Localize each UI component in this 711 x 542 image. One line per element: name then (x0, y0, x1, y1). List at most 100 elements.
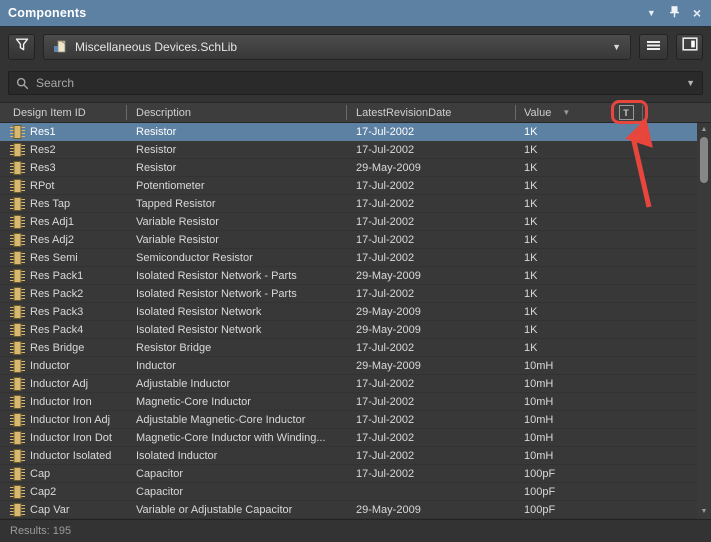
table-row[interactable]: Res SemiSemiconductor Resistor17-Jul-200… (0, 249, 697, 267)
vertical-scrollbar[interactable]: ▲ ▼ (697, 123, 711, 519)
cell-description: Isolated Resistor Network (127, 306, 347, 318)
cell-value: 100pF (516, 468, 610, 480)
component-icon (0, 268, 28, 284)
table-row[interactable]: Res Pack2Isolated Resistor Network - Par… (0, 285, 697, 303)
close-icon[interactable]: × (693, 6, 701, 20)
search-icon (16, 77, 29, 90)
table-header: Design Item ID Description LatestRevisio… (0, 102, 711, 123)
cell-latest-revision-date: 29-May-2009 (347, 324, 516, 336)
cell-description: Resistor (127, 144, 347, 156)
table-row[interactable]: Cap2Capacitor100pF (0, 483, 697, 501)
cell-description: Isolated Resistor Network - Parts (127, 270, 347, 282)
component-icon (0, 142, 28, 158)
scrollbar-thumb[interactable] (700, 137, 708, 183)
pin-icon[interactable] (669, 6, 680, 20)
table-row[interactable]: Inductor IsolatedIsolated Inductor17-Jul… (0, 447, 697, 465)
cell-value: 10mH (516, 450, 610, 462)
cell-latest-revision-date: 17-Jul-2002 (347, 468, 516, 480)
column-header-description[interactable]: Description (127, 105, 347, 120)
cell-latest-revision-date: 17-Jul-2002 (347, 288, 516, 300)
table-row[interactable]: Inductor Iron AdjAdjustable Magnetic-Cor… (0, 411, 697, 429)
component-icon (0, 340, 28, 356)
search-input[interactable] (36, 76, 679, 90)
cell-description: Isolated Resistor Network - Parts (127, 288, 347, 300)
table-row[interactable]: Res BridgeResistor Bridge17-Jul-20021K (0, 339, 697, 357)
component-icon (0, 358, 28, 374)
panel-menu-button[interactable] (639, 34, 668, 60)
cell-latest-revision-date: 29-May-2009 (347, 270, 516, 282)
table-row[interactable]: Res Pack4Isolated Resistor Network29-May… (0, 321, 697, 339)
cell-latest-revision-date: 17-Jul-2002 (347, 342, 516, 354)
status-bar: Results: 195 (0, 519, 711, 542)
cell-description: Adjustable Inductor (127, 378, 347, 390)
table-row[interactable]: Res TapTapped Resistor17-Jul-20021K (0, 195, 697, 213)
component-icon (0, 196, 28, 212)
table-row[interactable]: Res Adj2Variable Resistor17-Jul-20021K (0, 231, 697, 249)
column-header-latest-revision-date[interactable]: LatestRevisionDate (347, 105, 516, 120)
column-header-value[interactable]: Value ▼ (516, 105, 610, 120)
cell-design-item-id: Res Pack3 (28, 306, 127, 318)
cell-design-item-id: Res Semi (28, 252, 127, 264)
table-row[interactable]: Res2Resistor17-Jul-20021K (0, 141, 697, 159)
column-header-design-item-id[interactable]: Design Item ID (0, 105, 127, 120)
cell-value: 1K (516, 162, 610, 174)
cell-design-item-id: Res2 (28, 144, 127, 156)
results-count: Results: 195 (10, 525, 71, 537)
column-header-value-label: Value (524, 107, 551, 119)
column-text-icon[interactable]: T (619, 105, 634, 120)
chevron-down-icon[interactable]: ▼ (686, 78, 695, 88)
table-row[interactable]: Inductor IronMagnetic-Core Inductor17-Ju… (0, 393, 697, 411)
cell-value: 10mH (516, 414, 610, 426)
cell-value: 1K (516, 126, 610, 138)
component-icon (0, 394, 28, 410)
cell-description: Resistor (127, 126, 347, 138)
cell-value: 10mH (516, 378, 610, 390)
table-row[interactable]: Res Pack1Isolated Resistor Network - Par… (0, 267, 697, 285)
component-icon (0, 322, 28, 338)
scroll-up-icon[interactable]: ▲ (697, 125, 711, 135)
filter-button[interactable] (8, 34, 35, 60)
cell-value: 1K (516, 288, 610, 300)
cell-value: 1K (516, 342, 610, 354)
table-row[interactable]: Res Adj1Variable Resistor17-Jul-20021K (0, 213, 697, 231)
cell-value: 1K (516, 234, 610, 246)
cell-value: 1K (516, 324, 610, 336)
panel-title: Components (8, 6, 86, 20)
cell-design-item-id: Res Bridge (28, 342, 127, 354)
cell-value: 1K (516, 180, 610, 192)
table-row[interactable]: CapCapacitor17-Jul-2002100pF (0, 465, 697, 483)
library-dropdown[interactable]: Miscellaneous Devices.SchLib ▼ (43, 34, 631, 60)
table-row[interactable]: Res1Resistor17-Jul-20021K (0, 123, 697, 141)
table-row[interactable]: RPotPotentiometer17-Jul-20021K (0, 177, 697, 195)
component-icon (0, 178, 28, 194)
cell-design-item-id: Cap Var (28, 504, 127, 516)
cell-description: Isolated Inductor (127, 450, 347, 462)
cell-description: Adjustable Magnetic-Core Inductor (127, 414, 347, 426)
table-row[interactable]: Res Pack3Isolated Resistor Network29-May… (0, 303, 697, 321)
cell-description: Capacitor (127, 486, 347, 498)
chevron-down-icon[interactable]: ▼ (647, 9, 656, 18)
table-row[interactable]: Cap VarVariable or Adjustable Capacitor2… (0, 501, 697, 519)
cell-design-item-id: Res Tap (28, 198, 127, 210)
scroll-down-icon[interactable]: ▼ (697, 507, 711, 517)
cell-value: 100pF (516, 504, 610, 516)
cell-description: Magnetic-Core Inductor (127, 396, 347, 408)
table-row[interactable]: InductorInductor29-May-200910mH (0, 357, 697, 375)
cell-description: Magnetic-Core Inductor with Winding... (127, 432, 347, 444)
cell-value: 10mH (516, 360, 610, 372)
search-bar: ▼ (8, 71, 703, 95)
table-body: Res1Resistor17-Jul-20021K Res2Resistor17… (0, 123, 697, 519)
component-icon (0, 448, 28, 464)
cell-latest-revision-date: 17-Jul-2002 (347, 450, 516, 462)
cell-description: Capacitor (127, 468, 347, 480)
cell-latest-revision-date: 17-Jul-2002 (347, 252, 516, 264)
cell-latest-revision-date: 29-May-2009 (347, 504, 516, 516)
table-row[interactable]: Inductor AdjAdjustable Inductor17-Jul-20… (0, 375, 697, 393)
components-table: Design Item ID Description LatestRevisio… (0, 102, 711, 519)
component-icon (0, 250, 28, 266)
cell-description: Potentiometer (127, 180, 347, 192)
filter-chevron-icon[interactable]: ▼ (562, 108, 570, 117)
table-row[interactable]: Inductor Iron DotMagnetic-Core Inductor … (0, 429, 697, 447)
table-row[interactable]: Res3Resistor29-May-20091K (0, 159, 697, 177)
view-mode-button[interactable] (676, 34, 703, 60)
